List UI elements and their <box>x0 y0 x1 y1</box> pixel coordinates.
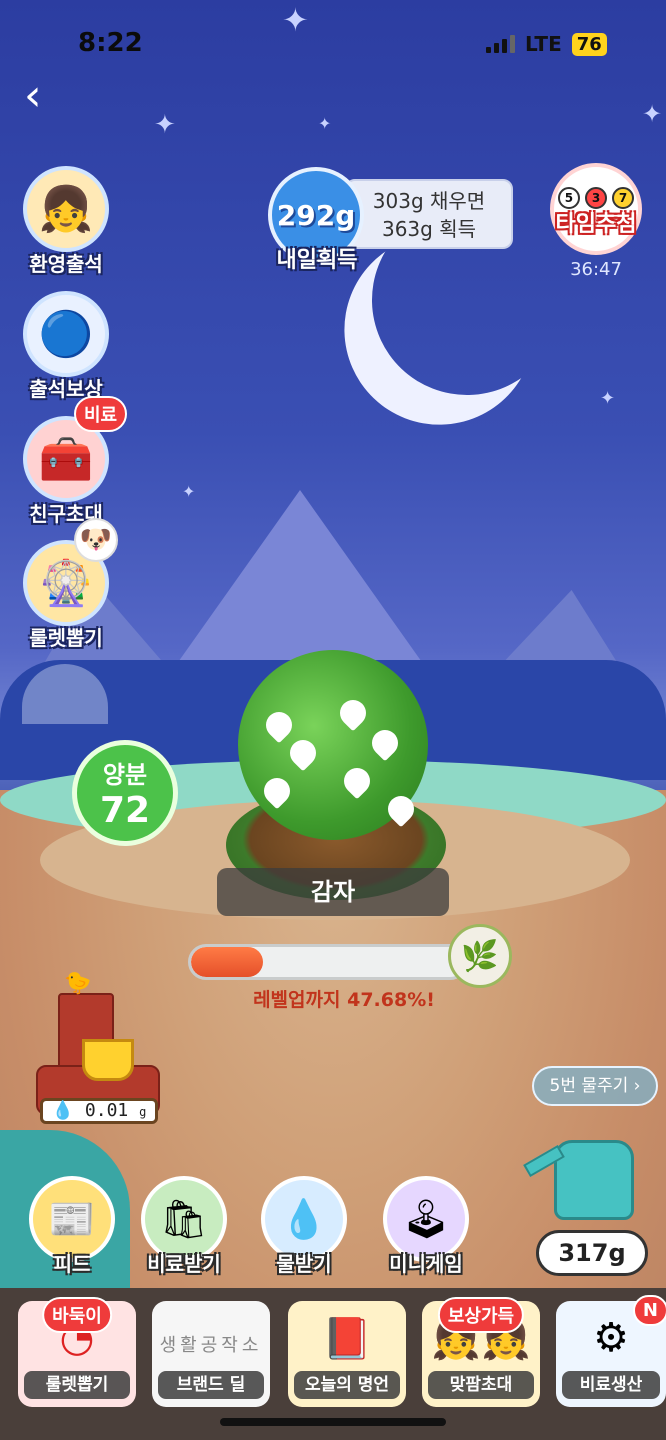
harvest-label: 내일획득 <box>276 248 358 273</box>
action-label: 피드 <box>53 1252 91 1276</box>
tray-card-fertilizer-production[interactable]: ⚙ N 비료생산 <box>556 1295 666 1407</box>
nutrient-value: 72 <box>99 790 151 831</box>
card-label: 오늘의 명언 <box>294 1371 400 1399</box>
water-tank-amount: 0.01 <box>84 1100 129 1121</box>
star-icon: ✦ <box>642 100 663 128</box>
fertilizer-badge: 비료 <box>74 396 128 432</box>
girl-avatar-icon: 👧 <box>23 166 109 252</box>
card-label: 맞팜초대 <box>428 1371 534 1399</box>
tray-card-invite-farm[interactable]: 👧👧 보상가득 맞팜초대 <box>422 1297 540 1407</box>
harvest-info-line2: 363g 획득 <box>381 217 477 241</box>
feed-button[interactable]: 📰 피드 <box>24 1176 120 1277</box>
network-label: LTE <box>525 32 562 56</box>
chick-icon: 🐤 <box>64 971 92 996</box>
signal-icon <box>486 35 515 53</box>
water-tank-unit: g <box>139 1105 147 1119</box>
nutrient-title: 양분 <box>102 761 148 789</box>
crop-name-label: 감자 <box>217 868 449 916</box>
potion-bottle-icon: 🔵 <box>23 291 109 377</box>
star-icon: ✦ <box>318 114 332 133</box>
level-progress-bar <box>188 944 468 980</box>
star-icon: ✦ <box>182 482 196 501</box>
water-tank-counter: 💧 0.01 g <box>40 1098 158 1124</box>
watering-can-button[interactable] <box>523 1120 654 1230</box>
side-item-attendance-reward[interactable]: 🔵 출석보상 <box>18 291 114 402</box>
card-label: 비료생산 <box>562 1371 660 1399</box>
tray-card-roulette[interactable]: ◔ 바둑이 룰렛뽑기 <box>18 1297 136 1407</box>
get-water-button[interactable]: 💧 물받기 <box>256 1176 352 1277</box>
brand-logo: 생활공작소 <box>159 1335 263 1356</box>
harvest-info-box: 303g 채우면 363g 획득 <box>345 179 513 249</box>
next-level-plant-icon: 🌿 <box>448 924 512 988</box>
chevron-left-icon: ‹ <box>24 70 42 121</box>
card-tag: 바둑이 <box>42 1297 112 1333</box>
water-drop-icon: 💧 <box>51 1100 75 1121</box>
battery-icon: 76 <box>571 32 607 56</box>
watering-can-icon <box>554 1140 634 1220</box>
side-item-welcome-attendance[interactable]: 👧 환영출석 <box>18 166 114 277</box>
side-item-invite-friend[interactable]: 🧰 친구초대 <box>18 416 114 527</box>
get-fertilizer-button[interactable]: 🛍 비료받기 <box>136 1176 232 1277</box>
nutrient-badge[interactable]: 양분 72 <box>72 740 178 846</box>
time-lottery-label: 타임추첨 <box>555 212 637 237</box>
card-label: 룰렛뽑기 <box>24 1371 130 1399</box>
bucket-icon <box>82 1039 134 1081</box>
tray-card-brand-deal[interactable]: 생활공작소 브랜드 딜 <box>152 1301 270 1407</box>
card-tag: N <box>632 1295 666 1326</box>
star-icon: ✦ <box>282 1 309 39</box>
mini-game-button[interactable]: 🕹 미니게임 <box>378 1176 474 1277</box>
status-time: 8:22 <box>78 28 143 58</box>
level-progress-text: 레벨업까지 47.68%! <box>253 989 435 1011</box>
star-icon: ✦ <box>600 388 616 409</box>
card-label: 브랜드 딜 <box>158 1371 264 1399</box>
status-indicators: LTE 76 <box>486 32 607 56</box>
book-icon: 📕 <box>322 1316 372 1362</box>
watering-can-amount: 317g <box>536 1230 648 1276</box>
time-lottery-timer: 36:47 <box>570 259 622 280</box>
water-five-times-button[interactable]: 5번 물주기 › <box>532 1066 658 1106</box>
star-icon: ✦ <box>154 110 176 140</box>
tray-card-daily-quote[interactable]: 📕 오늘의 명언 <box>288 1301 406 1407</box>
side-item-label: 룰렛뽑기 <box>29 626 103 650</box>
card-tag: 보상가득 <box>437 1297 525 1333</box>
back-button[interactable]: ‹ <box>24 74 64 118</box>
harvest-info-line1: 303g 채우면 <box>372 189 486 213</box>
action-label: 미니게임 <box>389 1252 463 1276</box>
home-indicator <box>220 1418 446 1426</box>
action-label: 비료받기 <box>147 1252 221 1276</box>
side-item-label: 환영출석 <box>29 252 103 276</box>
puppy-icon: 🐶 <box>74 518 118 562</box>
action-label: 물받기 <box>276 1252 332 1276</box>
level-progress-fill <box>191 947 263 977</box>
